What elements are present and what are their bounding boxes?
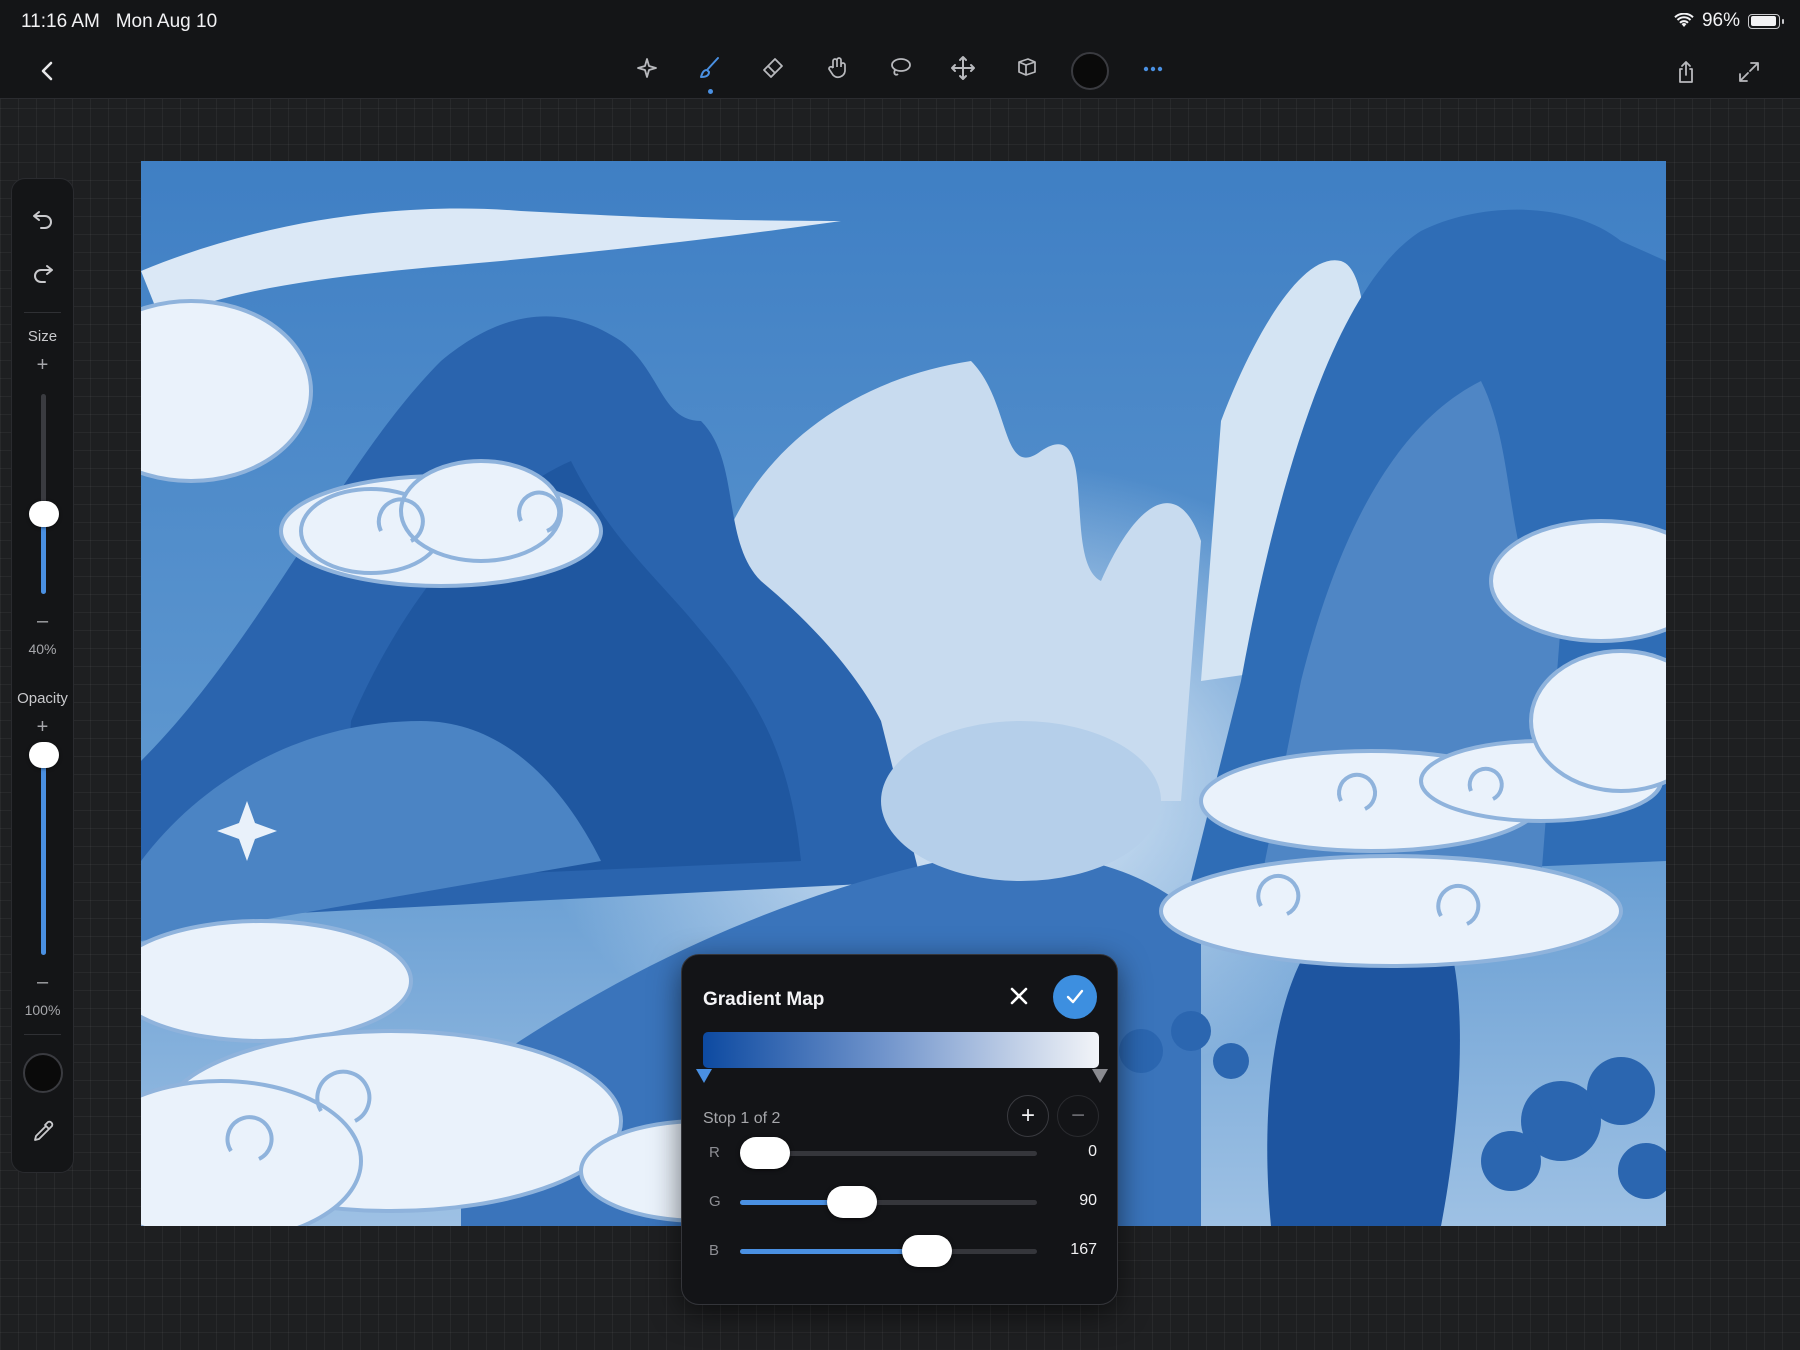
size-label: Size bbox=[27, 328, 58, 345]
smudge-icon bbox=[828, 57, 846, 78]
brush-button[interactable] bbox=[688, 46, 732, 94]
channel-label-r: R bbox=[709, 1144, 720, 1161]
opacity-slider[interactable] bbox=[41, 755, 46, 955]
battery-percent: 96% bbox=[1701, 10, 1740, 31]
cancel-button[interactable] bbox=[998, 975, 1040, 1017]
stop-indicator: Stop 1 of 2 bbox=[703, 1110, 781, 1127]
channel-label-b: B bbox=[709, 1242, 720, 1259]
opacity-label: Opacity bbox=[17, 690, 68, 707]
divider bbox=[24, 1034, 61, 1035]
panel-title: Gradient Map bbox=[703, 989, 825, 1010]
fullscreen-button[interactable] bbox=[1727, 50, 1771, 94]
share-icon bbox=[1679, 61, 1693, 83]
opacity-value: 100% bbox=[24, 1002, 61, 1018]
status-indicators: 96% bbox=[1674, 10, 1784, 32]
minus-icon: − bbox=[1070, 1102, 1085, 1129]
opacity-minus[interactable]: – bbox=[12, 972, 73, 992]
size-minus[interactable]: – bbox=[12, 611, 73, 631]
wifi-icon bbox=[1674, 13, 1694, 27]
lasso-icon bbox=[891, 58, 911, 76]
opacity-slider-knob[interactable] bbox=[29, 742, 59, 768]
active-indicator bbox=[707, 89, 713, 94]
channel-value-g: 90 bbox=[1079, 1192, 1097, 1209]
opacity-plus[interactable]: + bbox=[12, 717, 73, 737]
transform-button[interactable] bbox=[941, 46, 985, 90]
redo-icon bbox=[34, 265, 53, 283]
close-icon bbox=[1010, 987, 1028, 1005]
selection-button[interactable] bbox=[878, 46, 922, 90]
channel-value-b: 167 bbox=[1070, 1241, 1097, 1258]
size-plus[interactable]: + bbox=[12, 355, 73, 375]
eraser-button[interactable] bbox=[751, 46, 795, 90]
size-slider[interactable] bbox=[41, 394, 46, 594]
undo-icon bbox=[33, 211, 52, 229]
channel-slider-g[interactable] bbox=[740, 1200, 1037, 1205]
redo-button[interactable] bbox=[21, 250, 65, 294]
remove-stop-button[interactable]: − bbox=[1057, 1095, 1099, 1137]
eyedropper-button[interactable] bbox=[21, 1109, 65, 1153]
checkmark-icon bbox=[1066, 989, 1084, 1004]
chevron-left-icon bbox=[41, 61, 53, 81]
expand-icon bbox=[1739, 62, 1759, 82]
color-swatch[interactable] bbox=[1071, 52, 1109, 90]
clock: 11:16 AM bbox=[21, 11, 100, 32]
gradient-stop-1[interactable] bbox=[696, 1069, 712, 1083]
gradient-stop-2[interactable] bbox=[1092, 1069, 1108, 1083]
left-sidebar: Size + – 40% Opacity + – 100% bbox=[11, 178, 74, 1173]
date: Mon Aug 10 bbox=[115, 11, 218, 32]
add-stop-button[interactable]: + bbox=[1007, 1095, 1049, 1137]
sidebar-color-button[interactable] bbox=[23, 1053, 63, 1093]
more-icon bbox=[1143, 66, 1163, 72]
more-button[interactable] bbox=[1131, 46, 1175, 90]
plus-icon: + bbox=[1020, 1102, 1035, 1129]
eraser-icon bbox=[763, 58, 783, 78]
layers-button[interactable] bbox=[1005, 46, 1049, 90]
magic-wand-icon bbox=[637, 58, 657, 78]
share-button[interactable] bbox=[1664, 50, 1708, 94]
channel-slider-knob-b[interactable] bbox=[901, 1235, 952, 1267]
channel-value-r: 0 bbox=[1088, 1143, 1097, 1160]
undo-button[interactable] bbox=[21, 196, 65, 240]
channel-label-g: G bbox=[709, 1193, 721, 1210]
status-time: 11:16 AM Mon Aug 10 bbox=[21, 11, 217, 33]
gradient-map-panel: Gradient Map Stop 1 of 2 + − R 0 G 90 B 167 bbox=[681, 954, 1118, 1305]
back-button[interactable] bbox=[26, 49, 70, 93]
adjustments-button[interactable] bbox=[625, 46, 669, 90]
top-toolbar: 11:16 AM Mon Aug 10 96% bbox=[0, 0, 1800, 99]
size-value: 40% bbox=[28, 641, 57, 657]
channel-slider-knob-g[interactable] bbox=[827, 1186, 878, 1218]
size-slider-knob[interactable] bbox=[29, 501, 59, 527]
brush-icon bbox=[700, 57, 719, 78]
channel-slider-knob-r[interactable] bbox=[740, 1137, 790, 1169]
eyedropper-icon bbox=[34, 1120, 54, 1141]
layers-icon bbox=[1018, 58, 1036, 76]
smudge-button[interactable] bbox=[815, 46, 859, 90]
battery-icon bbox=[1748, 13, 1784, 29]
move-icon bbox=[951, 56, 975, 80]
confirm-button[interactable] bbox=[1053, 975, 1097, 1019]
channel-slider-b[interactable] bbox=[740, 1249, 1037, 1254]
divider bbox=[24, 312, 61, 313]
gradient-preview-bar[interactable] bbox=[703, 1032, 1099, 1068]
